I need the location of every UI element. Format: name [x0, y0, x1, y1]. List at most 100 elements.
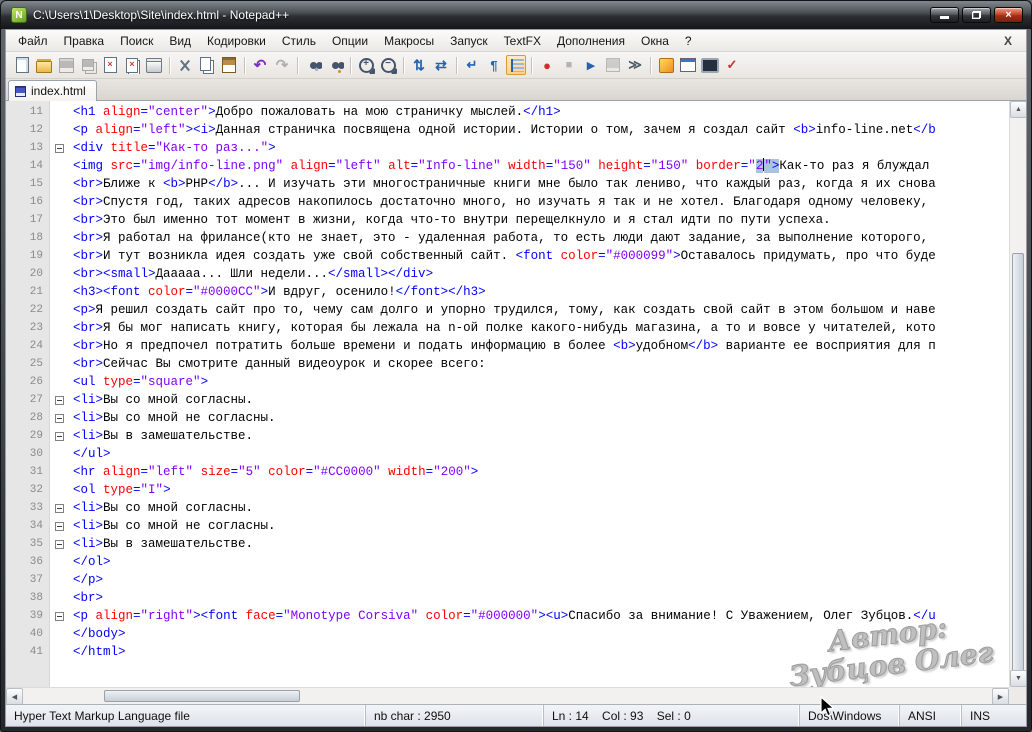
- fold-marker[interactable]: [50, 427, 68, 445]
- collapse-box-icon[interactable]: [55, 396, 64, 405]
- menu-item-вид[interactable]: Вид: [161, 31, 199, 51]
- code-line[interactable]: 29<li>Вы в замешательстве.: [6, 427, 1009, 445]
- menubar-close-icon[interactable]: X: [994, 34, 1022, 48]
- horizontal-scrollbar[interactable]: ◀ ▶: [6, 687, 1009, 704]
- code-line[interactable]: 11<h1 align="center">Добро пожаловать на…: [6, 103, 1009, 121]
- code-line[interactable]: 23<br>Я бы мог написать книгу, которая б…: [6, 319, 1009, 337]
- code-line[interactable]: 15<br>Ближе к <b>PHP</b>... И изучать эт…: [6, 175, 1009, 193]
- scroll-down-arrow-icon[interactable]: ▼: [1010, 670, 1026, 687]
- code-line[interactable]: 22<p>Я решил создать сайт про то, чему с…: [6, 301, 1009, 319]
- scroll-left-arrow-icon[interactable]: ◀: [6, 688, 23, 704]
- restore-button[interactable]: [962, 7, 991, 23]
- undo-icon[interactable]: [250, 55, 270, 75]
- record-macro-icon[interactable]: [537, 55, 557, 75]
- collapse-box-icon[interactable]: [55, 540, 64, 549]
- show-all-chars-icon[interactable]: [484, 55, 504, 75]
- code-line[interactable]: 16<br>Спустя год, таких адресов накопило…: [6, 193, 1009, 211]
- menu-item-textfx[interactable]: TextFX: [496, 31, 549, 51]
- copy-icon[interactable]: [197, 55, 217, 75]
- collapse-box-icon[interactable]: [55, 414, 64, 423]
- code-line[interactable]: 17<br>Это был именно тот момент в жизни,…: [6, 211, 1009, 229]
- code-line[interactable]: 36</ol>: [6, 553, 1009, 571]
- close-file-icon[interactable]: [100, 55, 120, 75]
- menu-item-файл[interactable]: Файл: [10, 31, 56, 51]
- plugin-export-icon[interactable]: [678, 55, 698, 75]
- scroll-right-arrow-icon[interactable]: ▶: [992, 688, 1009, 704]
- close-icon: [1005, 10, 1011, 21]
- title-bar[interactable]: N C:\Users\1\Desktop\Site\index.html - N…: [1, 1, 1031, 29]
- editor-area[interactable]: 11<h1 align="center">Добро пожаловать на…: [6, 101, 1026, 704]
- code-line[interactable]: 20<br><small>Дааааа... Шли недели...</sm…: [6, 265, 1009, 283]
- word-wrap-icon[interactable]: [462, 55, 482, 75]
- code-line[interactable]: 18<br>Я работал на фрилансе(кто не знает…: [6, 229, 1009, 247]
- code-line[interactable]: 33<li>Вы со мной согласны.: [6, 499, 1009, 517]
- collapse-box-icon[interactable]: [55, 612, 64, 621]
- menu-item-?[interactable]: ?: [677, 31, 700, 51]
- syntax-token: =: [133, 123, 141, 137]
- paste-icon[interactable]: [219, 55, 239, 75]
- code-line[interactable]: 27<li>Вы со мной согласны.: [6, 391, 1009, 409]
- zoom-in-icon[interactable]: [356, 55, 376, 75]
- sync-horizontal-icon[interactable]: [431, 55, 451, 75]
- spell-check-icon[interactable]: [722, 55, 742, 75]
- fold-marker[interactable]: [50, 391, 68, 409]
- code-line[interactable]: 38<br>: [6, 589, 1009, 607]
- code-line[interactable]: 21<h3><font color="#0000CC">И вдруг, осе…: [6, 283, 1009, 301]
- scroll-up-arrow-icon[interactable]: ▲: [1010, 101, 1026, 118]
- collapse-box-icon[interactable]: [55, 432, 64, 441]
- fold-margin: [50, 589, 68, 607]
- menu-item-стиль[interactable]: Стиль: [274, 31, 324, 51]
- menu-item-опции[interactable]: Опции: [324, 31, 376, 51]
- close-all-icon[interactable]: [122, 55, 142, 75]
- zoom-out-icon[interactable]: [378, 55, 398, 75]
- code-line[interactable]: 25<br>Сейчас Вы смотрите данный видеоуро…: [6, 355, 1009, 373]
- menu-item-кодировки[interactable]: Кодировки: [199, 31, 274, 51]
- collapse-box-icon[interactable]: [55, 504, 64, 513]
- menu-item-поиск[interactable]: Поиск: [112, 31, 161, 51]
- code-line[interactable]: 13<div title="Как-то раз...">: [6, 139, 1009, 157]
- code-line[interactable]: 30</ul>: [6, 445, 1009, 463]
- open-folder-icon[interactable]: [34, 55, 54, 75]
- collapse-box-icon[interactable]: [55, 522, 64, 531]
- print-icon[interactable]: [144, 55, 164, 75]
- find-icon[interactable]: [303, 55, 323, 75]
- indent-guide-icon[interactable]: [506, 55, 526, 75]
- menu-item-запуск[interactable]: Запуск: [442, 31, 496, 51]
- code-line[interactable]: 24<br>Но я предпочел потратить больше вр…: [6, 337, 1009, 355]
- run-macro-multiple-icon[interactable]: [625, 55, 645, 75]
- menu-item-окна[interactable]: Окна: [633, 31, 677, 51]
- minimize-button[interactable]: [930, 7, 959, 23]
- menu-item-дополнения[interactable]: Дополнения: [549, 31, 633, 51]
- code-line[interactable]: 14<img src="img/info-line.png" align="le…: [6, 157, 1009, 175]
- code-line[interactable]: 12<p align="left"><i>Данная страничка по…: [6, 121, 1009, 139]
- horizontal-scroll-thumb[interactable]: [104, 690, 300, 702]
- fold-marker[interactable]: [50, 535, 68, 553]
- code-line[interactable]: 37</p>: [6, 571, 1009, 589]
- plugin-mime-tools-icon[interactable]: [656, 55, 676, 75]
- code-line[interactable]: 28<li>Вы со мной не согласны.: [6, 409, 1009, 427]
- code-line[interactable]: 31<hr align="left" size="5" color="#CC00…: [6, 463, 1009, 481]
- code-line[interactable]: 34<li>Вы со мной не согласны.: [6, 517, 1009, 535]
- fold-marker[interactable]: [50, 517, 68, 535]
- cut-icon[interactable]: [175, 55, 195, 75]
- vertical-scrollbar[interactable]: ▲ ▼: [1009, 101, 1026, 687]
- collapse-box-icon[interactable]: [55, 144, 64, 153]
- play-macro-icon[interactable]: [581, 55, 601, 75]
- menu-item-правка[interactable]: Правка: [56, 31, 113, 51]
- new-file-icon[interactable]: [12, 55, 32, 75]
- fold-marker[interactable]: [50, 499, 68, 517]
- fold-marker[interactable]: [50, 409, 68, 427]
- sync-vertical-icon[interactable]: [409, 55, 429, 75]
- code-line[interactable]: 19<br>И тут возникла идея создать уже св…: [6, 247, 1009, 265]
- tab-index-html[interactable]: index.html: [8, 80, 97, 101]
- close-button[interactable]: [994, 7, 1023, 23]
- vertical-scroll-thumb[interactable]: [1012, 253, 1024, 672]
- replace-icon[interactable]: [325, 55, 345, 75]
- code-line[interactable]: 35<li>Вы в замешательстве.: [6, 535, 1009, 553]
- menu-item-макросы[interactable]: Макросы: [376, 31, 442, 51]
- code-line[interactable]: 26<ul type="square">: [6, 373, 1009, 391]
- fold-marker[interactable]: [50, 607, 68, 625]
- code-line[interactable]: 32<ol type="I">: [6, 481, 1009, 499]
- plugin-console-icon[interactable]: [700, 55, 720, 75]
- fold-marker[interactable]: [50, 139, 68, 157]
